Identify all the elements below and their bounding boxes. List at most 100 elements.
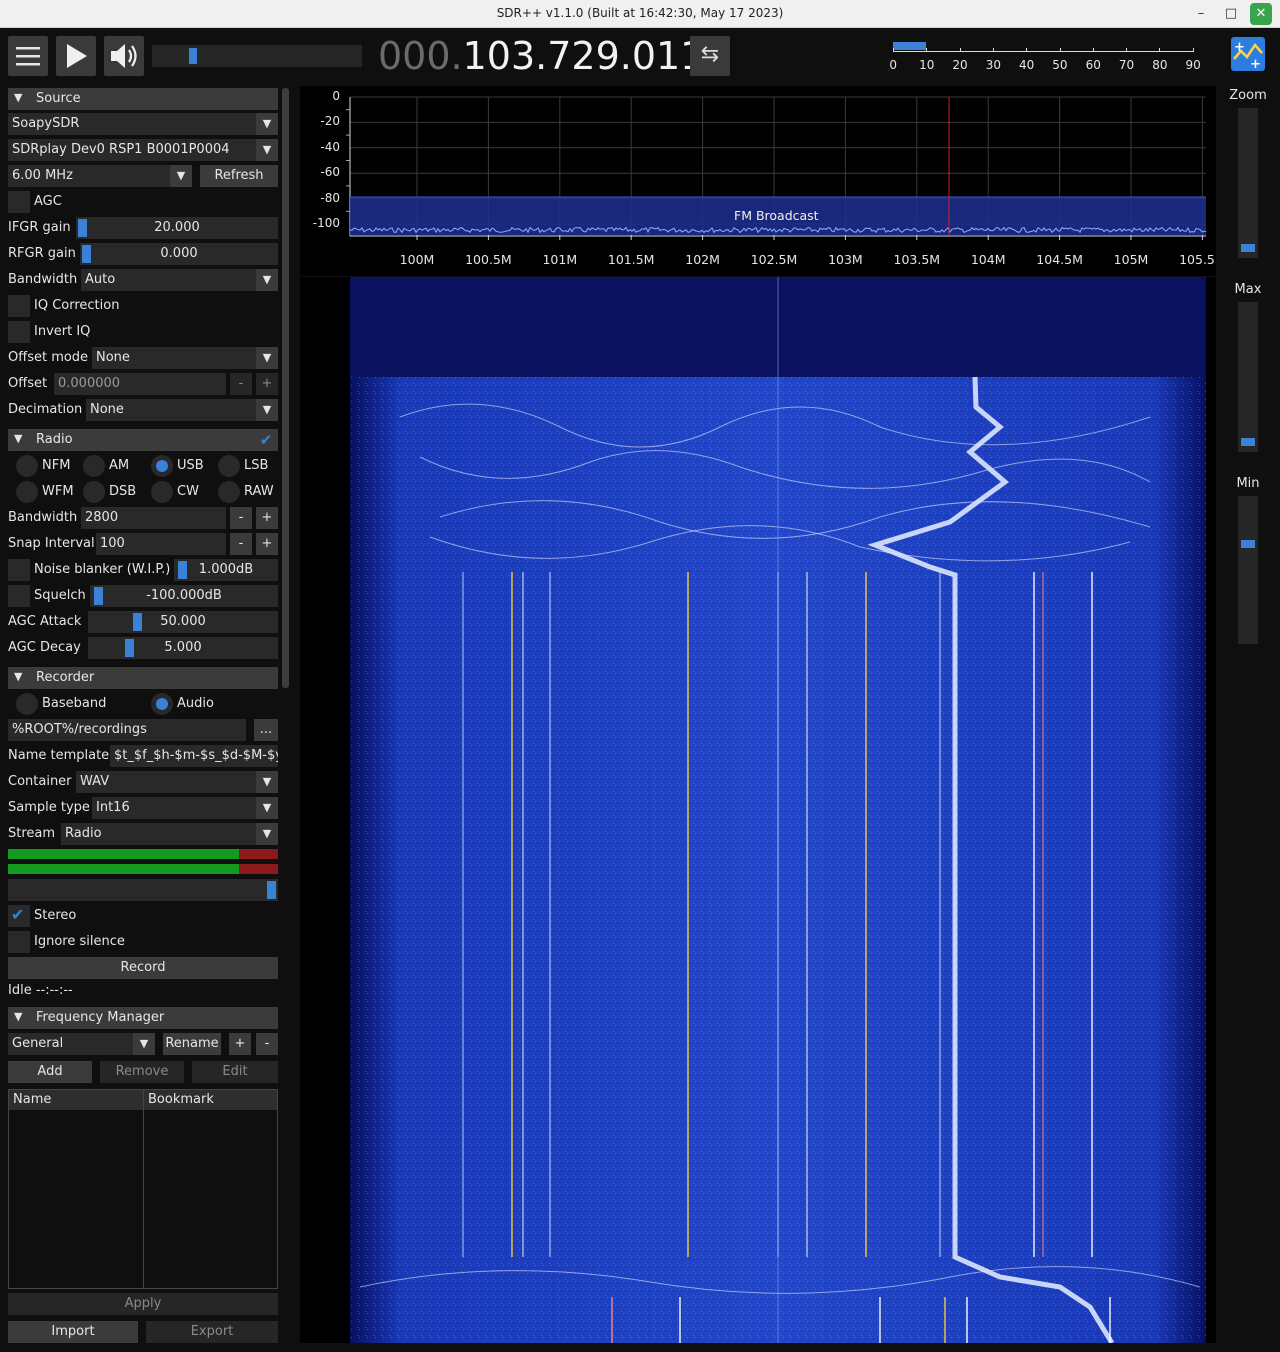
svg-text:+: +	[1234, 40, 1245, 55]
snap-interval-decrement[interactable]: -	[230, 533, 252, 555]
stream-select[interactable]: Radio ▼	[61, 823, 278, 845]
source-bandwidth-select[interactable]: Auto ▼	[81, 269, 278, 291]
noise-blanker-label: Noise blanker (W.I.P.)	[34, 562, 171, 577]
max-slider[interactable]	[1238, 302, 1258, 452]
name-template-value: $t_$f_$h-$m-$s_$d-$M-$y	[114, 748, 278, 763]
stereo-checkbox[interactable]	[8, 905, 30, 927]
sample-type-select[interactable]: Int16 ▼	[92, 797, 278, 819]
import-button[interactable]: Import	[8, 1321, 138, 1343]
refresh-button[interactable]: Refresh	[200, 165, 278, 187]
offset-decrement-button[interactable]: -	[230, 373, 252, 395]
recorder-volume-slider[interactable]	[8, 879, 278, 901]
frequency-digits[interactable]: 103.729.011	[463, 34, 705, 78]
snr-scale-line	[893, 51, 1193, 52]
sdrpp-logo-icon[interactable]: + +	[1231, 37, 1265, 72]
minimize-button[interactable]: –	[1190, 3, 1212, 25]
mode-wfm-radio[interactable]	[16, 481, 38, 503]
radio-bandwidth-label: Bandwidth	[8, 510, 78, 525]
offset-mode-value: None	[96, 350, 130, 365]
remove-bookmark-button[interactable]: Remove	[100, 1061, 184, 1083]
source-driver-select[interactable]: SoapySDR ▼	[8, 113, 278, 135]
record-button[interactable]: Record	[8, 957, 278, 979]
volume-slider-knob[interactable]	[189, 48, 197, 64]
radio-header[interactable]: ▼ Radio	[8, 429, 256, 451]
mode-usb-radio[interactable]	[151, 455, 173, 477]
offset-increment-button[interactable]: +	[256, 373, 278, 395]
squelch-checkbox[interactable]	[8, 585, 30, 607]
chevron-down-icon: ▼	[256, 797, 278, 819]
fft-x-tick-label: 100.5M	[465, 252, 512, 267]
apply-button[interactable]: Apply	[8, 1293, 278, 1315]
rfgr-gain-slider[interactable]: 0.000	[80, 243, 278, 265]
container-select[interactable]: WAV ▼	[76, 771, 278, 793]
snr-tick-mark	[893, 48, 894, 52]
baseband-radio[interactable]	[16, 693, 38, 715]
frequency-manager-header[interactable]: ▼ Frequency Manager	[8, 1007, 278, 1029]
column-header-name[interactable]: Name	[9, 1090, 143, 1110]
volume-slider[interactable]	[152, 45, 362, 67]
close-button[interactable]: ✕	[1250, 3, 1272, 25]
radio-bandwidth-input[interactable]: 2800	[81, 507, 226, 529]
column-header-bookmark[interactable]: Bookmark	[144, 1090, 277, 1110]
mode-am-radio[interactable]	[83, 455, 105, 477]
play-button[interactable]	[56, 36, 96, 76]
invert-iq-checkbox[interactable]	[8, 321, 30, 343]
recording-path-input[interactable]: %ROOT%/recordings	[8, 719, 246, 741]
bookmark-list-select[interactable]: General ▼	[8, 1033, 155, 1055]
swap-direction-button[interactable]: ⇆	[690, 36, 730, 76]
edit-bookmark-button[interactable]: Edit	[192, 1061, 278, 1083]
noise-blanker-checkbox[interactable]	[8, 559, 30, 581]
audio-radio[interactable]	[151, 693, 173, 715]
snap-interval-input[interactable]: 100	[96, 533, 226, 555]
zoom-slider[interactable]	[1238, 108, 1258, 258]
export-button[interactable]: Export	[146, 1321, 278, 1343]
max-knob[interactable]	[1241, 438, 1255, 446]
min-knob[interactable]	[1241, 540, 1255, 548]
offset-mode-select[interactable]: None ▼	[92, 347, 278, 369]
radio-enable-toggle[interactable]: ✔	[256, 429, 278, 451]
frequency-leading-digits[interactable]: 000.	[378, 34, 463, 78]
ignore-silence-checkbox[interactable]	[8, 931, 30, 953]
fft-spectrum-view[interactable]: 0 -20 -40 -60 -80 -100 100M 100.5M 101M 101.5M 10…	[300, 86, 1226, 276]
decimation-select[interactable]: None ▼	[86, 399, 278, 421]
mute-button[interactable]	[104, 36, 144, 76]
add-bookmark-button[interactable]: Add	[8, 1061, 92, 1083]
recorder-volume-knob[interactable]	[267, 881, 276, 899]
fft-plot[interactable]	[300, 86, 1216, 276]
waterfall-view[interactable]	[300, 277, 1216, 1343]
rename-list-button[interactable]: Rename	[163, 1033, 221, 1055]
noise-blanker-slider[interactable]: 1.000dB	[174, 559, 278, 581]
zoom-knob[interactable]	[1241, 244, 1255, 252]
panel-scrollbar[interactable]	[282, 88, 289, 688]
add-list-button[interactable]: +	[229, 1033, 251, 1055]
radio-bandwidth-decrement[interactable]: -	[230, 507, 252, 529]
agc-checkbox[interactable]	[8, 191, 30, 213]
bookmark-table[interactable]: Name Bookmark	[8, 1089, 278, 1289]
name-template-input[interactable]: $t_$f_$h-$m-$s_$d-$M-$y	[110, 745, 278, 767]
menu-button[interactable]	[8, 36, 48, 76]
ifgr-gain-slider[interactable]: 20.000	[76, 217, 278, 239]
delete-list-button[interactable]: -	[256, 1033, 278, 1055]
agc-attack-slider[interactable]: 50.000	[88, 611, 278, 633]
iq-correction-checkbox[interactable]	[8, 295, 30, 317]
waterfall-image[interactable]	[300, 277, 1216, 1343]
mode-dsb-radio[interactable]	[83, 481, 105, 503]
min-label: Min	[1236, 476, 1260, 491]
source-header[interactable]: ▼ Source	[8, 88, 278, 110]
mode-lsb-radio[interactable]	[218, 455, 240, 477]
browse-button[interactable]: ...	[254, 719, 278, 741]
mode-nfm-radio[interactable]	[16, 455, 38, 477]
sample-rate-select[interactable]: 6.00 MHz ▼	[8, 165, 192, 187]
snap-interval-increment[interactable]: +	[256, 533, 278, 555]
offset-input[interactable]: 0.000000	[54, 373, 226, 395]
device-select[interactable]: SDRplay Dev0 RSP1 B0001P0004 ▼	[8, 139, 278, 161]
mode-raw-radio[interactable]	[218, 481, 240, 503]
maximize-button[interactable]: □	[1220, 3, 1242, 25]
agc-decay-slider[interactable]: 5.000	[88, 637, 278, 659]
radio-bandwidth-increment[interactable]: +	[256, 507, 278, 529]
recorder-header[interactable]: ▼ Recorder	[8, 667, 278, 689]
min-slider[interactable]	[1238, 496, 1258, 644]
frequency-display[interactable]: 000.103.729.011	[378, 34, 704, 78]
mode-cw-radio[interactable]	[151, 481, 173, 503]
squelch-slider[interactable]: -100.000dB	[90, 585, 278, 607]
